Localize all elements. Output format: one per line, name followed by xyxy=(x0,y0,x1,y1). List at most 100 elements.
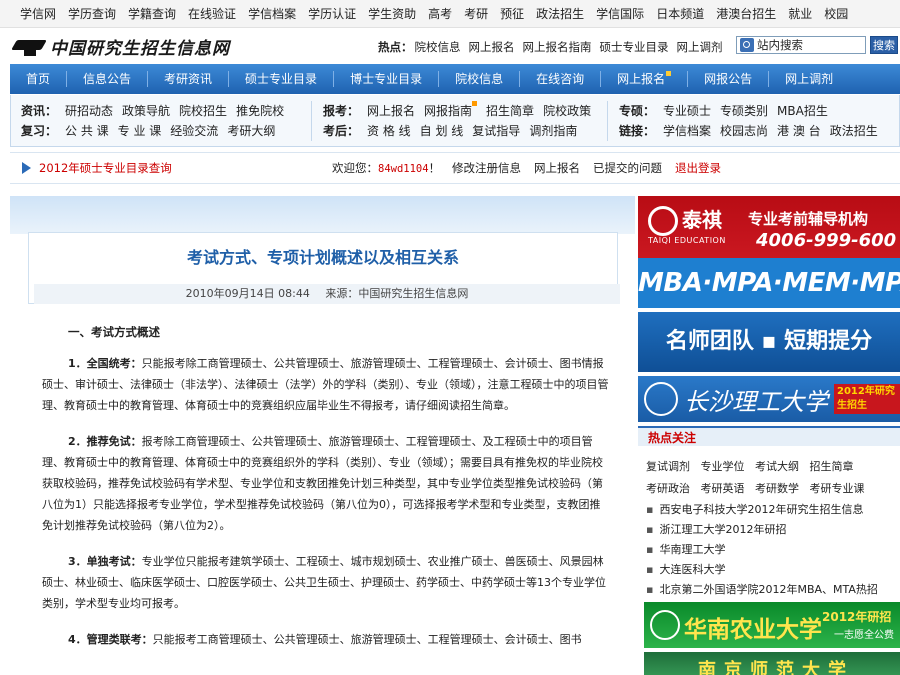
hot-focus-link[interactable]: 专业学位 xyxy=(701,460,745,473)
subnav-link[interactable]: 政策导航 xyxy=(122,101,170,121)
subnav-link[interactable]: 港 澳 台 xyxy=(777,121,821,141)
subnav-link[interactable]: 专业硕士 xyxy=(663,101,711,121)
subnav-link-label: 网报指南 xyxy=(424,104,473,118)
subnav-col-apply: 报考： 网上报名 网报指南 招生简章 院校政策 考后： 资 格 线 自 划 线 … xyxy=(323,101,600,141)
search-button[interactable]: 搜索 xyxy=(870,36,898,54)
list-item[interactable]: 华南理工大学 xyxy=(646,540,898,560)
paragraph-text: 只能报考工商管理硕士、公共管理硕士、旅游管理硕士、工程管理硕士、会计硕士、图书 xyxy=(152,633,582,646)
hot-focus-link[interactable]: 考研数学 xyxy=(755,482,799,495)
toplink-law[interactable]: 政法招生 xyxy=(536,5,584,22)
paragraph: 1．全国统考：只能报考除工商管理硕士、公共管理硕士、旅游管理硕士、工程管理硕士、… xyxy=(42,353,610,416)
subnav-link[interactable]: 政法招生 xyxy=(830,121,878,141)
subnav-label-after: 考后： xyxy=(323,124,360,138)
hot-focus-label: 热点关注 xyxy=(648,431,697,445)
graduation-cap-icon xyxy=(11,36,47,58)
toplink-certify[interactable]: 学历认证 xyxy=(308,5,356,22)
subnav-link[interactable]: 招生简章 xyxy=(486,101,534,121)
hot-focus-link[interactable]: 考研政治 xyxy=(646,482,690,495)
university-emblem-icon xyxy=(644,382,678,416)
ad-banner-csust[interactable]: 长沙理工大学 2012年研究生招生 xyxy=(638,376,900,422)
subnav-link[interactable]: 网报指南 xyxy=(424,101,478,121)
site-logo[interactable]: 中国研究生招生信息网 xyxy=(11,34,230,59)
paragraph-lead: 2．推荐免试： xyxy=(68,435,142,448)
toplink-enroll-query[interactable]: 学籍查询 xyxy=(128,5,176,22)
toplink-japan[interactable]: 日本频道 xyxy=(656,5,704,22)
subnav-link[interactable]: 院校政策 xyxy=(543,101,591,121)
search-placeholder: 站内搜索 xyxy=(757,38,803,52)
toplink-yuzheng[interactable]: 预征 xyxy=(500,5,524,22)
subnav-link[interactable]: 经验交流 xyxy=(170,121,218,141)
subnav-link[interactable]: 专硕类别 xyxy=(720,101,768,121)
nav-adjust[interactable]: 网上调剂 xyxy=(768,71,849,87)
ad-tag: 一志愿全公费 xyxy=(834,630,894,641)
article-title: 考试方式、专项计划概述以及相互关系 xyxy=(186,248,459,267)
subnav-link[interactable]: 考研大纲 xyxy=(227,121,275,141)
article-body: 一、考试方式概述 1．全国统考：只能报考除工商管理硕士、公共管理硕士、旅游管理硕… xyxy=(42,312,610,665)
nav-consult[interactable]: 在线咨询 xyxy=(519,71,600,87)
toplink-gaokao[interactable]: 高考 xyxy=(428,5,452,22)
toplink-archive[interactable]: 学信档案 xyxy=(248,5,296,22)
list-item[interactable]: 北京第二外国语学院2012年MBA、MTA热招 xyxy=(646,580,898,600)
hot-link-schools[interactable]: 院校信息 xyxy=(415,39,461,55)
hot-link-register-guide[interactable]: 网上报名指南 xyxy=(523,39,592,55)
toplink-jobs[interactable]: 就业 xyxy=(788,5,812,22)
subnav-link[interactable]: 学信档案 xyxy=(663,121,711,141)
toplink-chsi[interactable]: 学信网 xyxy=(20,5,56,22)
nav-master-catalog[interactable]: 硕士专业目录 xyxy=(228,71,333,87)
ad-banner-taiqi[interactable]: 泰祺 TAIQI EDUCATION 专业考前辅导机构 4006-999-600… xyxy=(638,196,900,308)
ad-banner-mingshi[interactable]: 名师团队 ▪ 短期提分 xyxy=(638,312,900,372)
subnav-link[interactable]: 复试指导 xyxy=(472,121,520,141)
submitted-questions-link[interactable]: 已提交的问题 xyxy=(593,160,662,176)
toplink-hmt[interactable]: 港澳台招生 xyxy=(716,5,776,22)
nav-register-notice[interactable]: 网报公告 xyxy=(687,71,768,87)
subnav-link[interactable]: 专 业 课 xyxy=(118,121,162,141)
ad-banner-scau[interactable]: 华南农业大学 2012年研招 一志愿全公费 xyxy=(644,602,900,648)
hot-focus-link[interactable]: 复试调剂 xyxy=(646,460,690,473)
toplink-online-verify[interactable]: 在线验证 xyxy=(188,5,236,22)
nav-schools[interactable]: 院校信息 xyxy=(438,71,519,87)
hot-focus-link[interactable]: 招生简章 xyxy=(810,460,854,473)
nav-news[interactable]: 考研资讯 xyxy=(147,71,228,87)
subnav-link[interactable]: 网上报名 xyxy=(367,101,415,121)
hot-focus-link[interactable]: 考研专业课 xyxy=(810,482,865,495)
sub-nav: 资讯： 研招动态 政策导航 院校招生 推免院校 复习： 公 共 课 专 业 课 … xyxy=(10,95,900,147)
subnav-link[interactable]: MBA招生 xyxy=(777,101,828,121)
list-item[interactable]: 西安电子科技大学2012年研究生招生信息 xyxy=(646,500,898,520)
subnav-link[interactable]: 公 共 课 xyxy=(65,121,109,141)
subnav-link[interactable]: 推免院校 xyxy=(236,101,284,121)
list-item[interactable]: 大连医科大学 xyxy=(646,560,898,580)
article-source: 来源：中国研究生招生信息网 xyxy=(325,287,469,300)
site-search-input[interactable]: 站内搜索 xyxy=(736,36,866,54)
subnav-link[interactable]: 研招动态 xyxy=(65,101,113,121)
logout-link[interactable]: 退出登录 xyxy=(675,160,721,176)
subnav-link[interactable]: 院校招生 xyxy=(179,101,227,121)
toplink-campus[interactable]: 校园 xyxy=(824,5,848,22)
hot-focus-link[interactable]: 考试大纲 xyxy=(755,460,799,473)
edit-profile-link[interactable]: 修改注册信息 xyxy=(452,160,521,176)
nav-announcements[interactable]: 信息公告 xyxy=(66,71,147,87)
nav-register[interactable]: 网上报名 xyxy=(600,71,687,87)
article-meta: 2010年09月14日 08:44 来源：中国研究生招生信息网 xyxy=(34,284,620,304)
nav-home[interactable]: 首页 xyxy=(10,71,66,87)
subnav-link[interactable]: 自 划 线 xyxy=(420,121,464,141)
ad-tag: 2012年研招 xyxy=(822,610,892,624)
right-sidebar: 泰祺 TAIQI EDUCATION 专业考前辅导机构 4006-999-600… xyxy=(638,196,900,675)
toplink-degree-query[interactable]: 学历查询 xyxy=(68,5,116,22)
online-register-link[interactable]: 网上报名 xyxy=(534,160,580,176)
list-item[interactable]: 浙江理工大学2012年研招 xyxy=(646,520,898,540)
subnav-link[interactable]: 资 格 线 xyxy=(367,121,411,141)
hot-link-master-catalog[interactable]: 硕士专业目录 xyxy=(600,39,669,55)
hot-focus-link[interactable]: 考研英语 xyxy=(701,482,745,495)
toplink-aid[interactable]: 学生资助 xyxy=(368,5,416,22)
toplink-kaoyan[interactable]: 考研 xyxy=(464,5,488,22)
hot-link-register[interactable]: 网上报名 xyxy=(469,39,515,55)
hot-link-adjust[interactable]: 网上调剂 xyxy=(677,39,723,55)
ad-banner-njnu[interactable]: 南京师范大学 xyxy=(644,652,900,675)
toplink-intl[interactable]: 学信国际 xyxy=(596,5,644,22)
nav-doctor-catalog[interactable]: 博士专业目录 xyxy=(333,71,438,87)
subnav-link[interactable]: 调剂指南 xyxy=(529,121,577,141)
subnav-divider xyxy=(607,101,608,141)
site-logo-text: 中国研究生招生信息网 xyxy=(50,39,230,59)
catalog-query-link[interactable]: 2012年硕士专业目录查询 xyxy=(39,160,172,176)
subnav-link[interactable]: 校园志尚 xyxy=(720,121,768,141)
